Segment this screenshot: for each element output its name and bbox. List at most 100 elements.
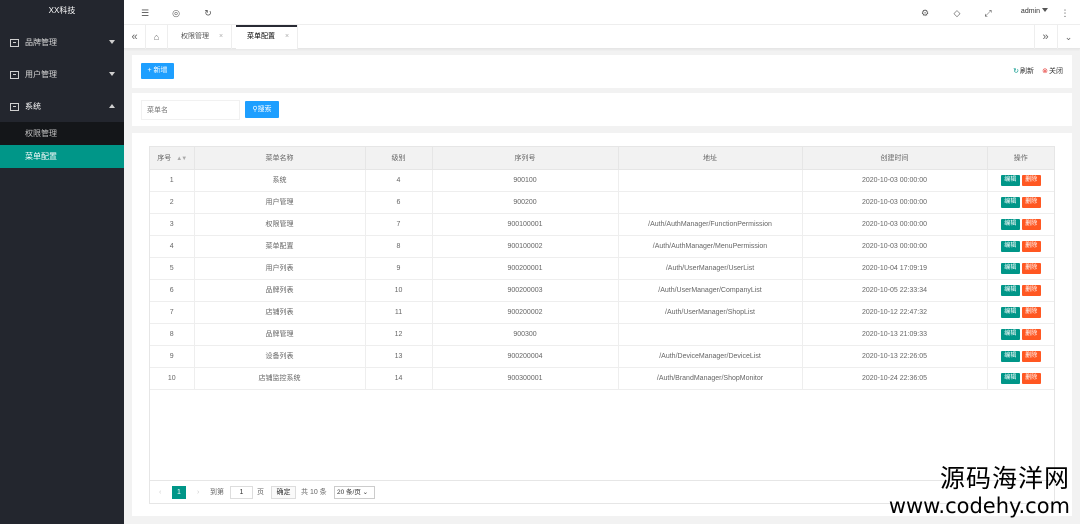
table-cell: 菜单配置 [194, 235, 366, 258]
table-cell: 900200002 [432, 301, 619, 324]
chevron-down-icon[interactable]: ⌄ [1057, 25, 1079, 49]
table-cell: 900300 [432, 323, 619, 346]
sidebar-item-brand[interactable]: 品牌管理 [0, 27, 124, 58]
table-cell: 8 [365, 235, 433, 258]
tab-label: 菜单配置 [247, 33, 275, 40]
theme-icon[interactable]: ⚙ [920, 8, 930, 18]
table-cell [618, 191, 803, 214]
delete-button[interactable]: 删除 [1021, 350, 1041, 362]
page-size-select[interactable]: 20 条/页 ⌄ [334, 486, 375, 499]
close-button[interactable]: ⊗关闭 [1042, 66, 1063, 76]
tag-icon[interactable]: ◇ [952, 8, 962, 18]
current-page[interactable]: 1 [172, 486, 186, 499]
table-cell: 权限管理 [194, 213, 366, 236]
search-button[interactable]: ⚲搜索 [245, 101, 279, 118]
delete-button[interactable]: 删除 [1021, 284, 1041, 296]
table-row: 10 店铺监控系统 14 900300001/Auth/BrandManager/Sh… [150, 367, 1054, 390]
delete-button[interactable]: 删除 [1021, 306, 1041, 318]
scroll-left-icon[interactable]: « [124, 25, 146, 49]
chevron-down-icon [109, 40, 115, 44]
scroll-right-icon[interactable]: » [1034, 25, 1056, 49]
sidebar-item-users[interactable]: 用户管理 [0, 59, 124, 90]
table-cell: 2020-10-03 00:00:00 [802, 235, 988, 258]
table-cell: 2020-10-04 17:09:19 [802, 257, 988, 280]
edit-button[interactable]: 编辑 [1000, 196, 1020, 208]
delete-button[interactable]: 删除 [1021, 328, 1041, 340]
delete-button[interactable]: 删除 [1021, 196, 1041, 208]
table-cell: 品牌管理 [194, 323, 366, 346]
app-logo: XX科技 [48, 6, 76, 15]
home-icon[interactable]: ⌂ [146, 25, 168, 49]
table-cell: 2020-10-24 22:36:05 [802, 367, 988, 390]
fullscreen-icon[interactable]: ⤢ [983, 8, 993, 18]
table-cell: 4 [365, 169, 433, 192]
close-icon[interactable]: × [219, 33, 223, 40]
table-cell: 1 [150, 169, 195, 192]
table-cell: /Auth/UserManager/ShopList [618, 301, 803, 324]
edit-button[interactable]: 编辑 [1000, 262, 1020, 274]
edit-button[interactable]: 编辑 [1000, 306, 1020, 318]
edit-button[interactable]: 编辑 [1000, 328, 1020, 340]
edit-button[interactable]: 编辑 [1000, 240, 1020, 252]
target-icon[interactable]: ◎ [171, 8, 181, 18]
chevron-up-icon [109, 104, 115, 108]
edit-button[interactable]: 编辑 [1000, 284, 1020, 296]
tab-menu-config[interactable]: 菜单配置 × [236, 25, 299, 49]
edit-button[interactable]: 编辑 [1000, 174, 1020, 186]
data-table: 序号 ▲▼ 菜单名称 级别 序列号 地址 创建时间 操作 1 系统 4 900100 20… [149, 146, 1055, 504]
next-page-button[interactable]: › [197, 487, 199, 498]
actions-cell: 编辑 删除 [987, 235, 1054, 258]
sidebar-item-label: 品牌管理 [25, 38, 57, 47]
goto-confirm-button[interactable]: 确定 [271, 486, 296, 499]
username: admin [1020, 8, 1040, 15]
user-menu[interactable]: admin [1021, 8, 1048, 15]
delete-button[interactable]: 删除 [1021, 372, 1041, 384]
more-vertical-icon[interactable]: ⋮ [1060, 8, 1070, 18]
table-row: 5 用户列表 9 900200001/Auth/UserManager/UserLis… [150, 257, 1054, 280]
table-cell: 7 [150, 301, 195, 324]
refresh-label: 刷新 [1020, 68, 1034, 75]
table-cell: /Auth/BrandManager/ShopMonitor [618, 367, 803, 390]
sidebar-subitem-permission[interactable]: 权限管理 [0, 122, 124, 145]
search-input[interactable] [141, 100, 240, 120]
column-header: 创建时间 [802, 147, 988, 170]
edit-button[interactable]: 编辑 [1000, 350, 1020, 362]
edit-button[interactable]: 编辑 [1000, 372, 1020, 384]
table-cell: 2020-10-03 00:00:00 [802, 191, 988, 214]
actions-cell: 编辑 删除 [987, 169, 1054, 192]
table-cell: 2020-10-13 21:09:33 [802, 323, 988, 346]
close-icon[interactable]: × [285, 33, 289, 40]
delete-button[interactable]: 删除 [1021, 218, 1041, 230]
refresh-button[interactable]: ↻刷新 [1013, 66, 1034, 76]
delete-button[interactable]: 删除 [1021, 240, 1041, 252]
column-header: 操作 [987, 147, 1054, 170]
table-cell: 2020-10-03 00:00:00 [802, 169, 988, 192]
column-header[interactable]: 序号 ▲▼ [150, 147, 195, 170]
table-cell: /Auth/AuthManager/FunctionPermission [618, 213, 803, 236]
column-header: 地址 [618, 147, 803, 170]
delete-button[interactable]: 删除 [1021, 262, 1041, 274]
sort-icon[interactable]: ▲▼ [176, 156, 187, 162]
table-cell: 7 [365, 213, 433, 236]
menu-fold-icon[interactable]: ☰ [140, 8, 150, 18]
doc-icon [10, 102, 19, 111]
goto-page-input[interactable]: 1 [230, 486, 253, 499]
watermark: 源码海洋网 www.codehy.com [889, 464, 1070, 518]
sidebar-item-system[interactable]: 系统 [0, 91, 124, 122]
tab-permission[interactable]: 权限管理 × [170, 25, 233, 49]
watermark-cn: 源码海洋网 [939, 464, 1070, 493]
sidebar-subitem-menu-config[interactable]: 菜单配置 [0, 145, 124, 168]
delete-button[interactable]: 删除 [1021, 174, 1041, 186]
top-header: ☰ ◎ ↻ ⚙ ◇ ⤢ admin ⋮ [124, 0, 1080, 25]
prev-page-button[interactable]: ‹ [159, 487, 161, 498]
add-button[interactable]: + 新增 [141, 63, 174, 79]
table-cell: 900200 [432, 191, 619, 214]
sidebar-item-label: 用户管理 [25, 70, 57, 79]
table-cell [618, 323, 803, 346]
edit-button[interactable]: 编辑 [1000, 218, 1020, 230]
actions-cell: 编辑 删除 [987, 191, 1054, 214]
refresh-icon[interactable]: ↻ [203, 8, 213, 18]
watermark-url: www.codehy.com [888, 494, 1070, 518]
doc-icon [10, 70, 19, 79]
table-row: 1 系统 4 900100 2020-10-03 00:00:00 编辑 删除 [150, 169, 1054, 192]
